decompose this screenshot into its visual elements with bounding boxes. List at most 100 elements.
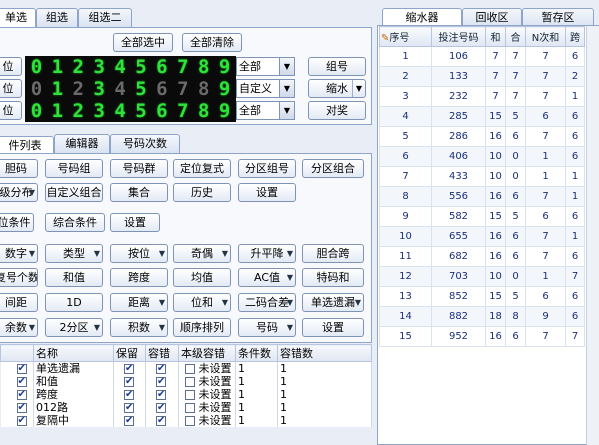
digit-led[interactable]: 9: [214, 101, 235, 121]
digit-led[interactable]: 3: [89, 57, 110, 77]
keep-checkbox[interactable]: [124, 414, 134, 427]
digit-led[interactable]: 4: [110, 57, 131, 77]
table-row[interactable]: 3 232 7 7 7 1: [379, 86, 585, 107]
result-scrollbar[interactable]: [586, 26, 599, 445]
col-sum[interactable]: 和: [485, 26, 506, 47]
condition-button[interactable]: 设置: [110, 213, 160, 232]
condition-button[interactable]: 号码组: [45, 159, 103, 178]
digit-led[interactable]: 5: [131, 101, 152, 121]
digit-led[interactable]: 9: [214, 57, 235, 77]
position-label[interactable]: 位: [0, 101, 22, 120]
digit-led[interactable]: 1: [47, 57, 68, 77]
digit-led[interactable]: 0: [26, 101, 47, 121]
digit-led[interactable]: 0: [26, 79, 47, 99]
condition-button[interactable]: 和值: [45, 268, 103, 287]
condition-button[interactable]: 二码合差 ▼: [238, 293, 296, 312]
digit-led[interactable]: 2: [68, 57, 89, 77]
tolerance-checkbox[interactable]: [156, 414, 166, 427]
condition-button[interactable]: 综合条件: [45, 213, 105, 232]
level-tolerance-checkbox[interactable]: [185, 377, 195, 387]
digit-led[interactable]: 7: [172, 101, 193, 121]
tab-single[interactable]: 单选: [0, 8, 36, 29]
position-label[interactable]: 位: [0, 57, 22, 76]
condition-button[interactable]: 位和 ▼: [173, 293, 231, 312]
tolerance-checkbox[interactable]: [156, 388, 166, 401]
condition-button[interactable]: 胆码: [0, 159, 38, 178]
tab-group[interactable]: 组选: [36, 8, 78, 27]
condition-button[interactable]: 顺序排列: [173, 318, 231, 337]
keep-checkbox[interactable]: [124, 375, 134, 388]
keep-checkbox[interactable]: [124, 401, 134, 414]
enable-checkbox[interactable]: [16, 375, 27, 388]
level-tolerance-checkbox[interactable]: [185, 390, 195, 400]
digit-led[interactable]: 7: [172, 79, 193, 99]
chevron-down-icon[interactable]: ▼: [352, 80, 365, 97]
chevron-down-icon[interactable]: ▼: [279, 102, 294, 119]
digit-led[interactable]: 8: [193, 101, 214, 121]
condition-button[interactable]: 设置: [302, 318, 364, 337]
digit-led[interactable]: 9: [214, 79, 235, 99]
table-row[interactable]: 4 285 15 5 6 6: [379, 106, 585, 127]
table-row[interactable]: 11 682 16 6 7 6: [379, 246, 585, 267]
table-row[interactable]: 7 433 10 0 1 1: [379, 166, 585, 187]
keep-checkbox[interactable]: [124, 388, 134, 401]
condition-button[interactable]: 距离 ▼: [110, 293, 168, 312]
condition-button[interactable]: 均值: [173, 268, 231, 287]
digit-filter-select[interactable]: 全部 ▼: [236, 101, 295, 120]
condition-button[interactable]: 余数 ▼: [0, 318, 38, 337]
condition-button[interactable]: 级分布 ▼: [0, 183, 38, 202]
digit-led[interactable]: 7: [172, 57, 193, 77]
table-row[interactable]: 8 556 16 6 7 1: [379, 186, 585, 207]
condition-button[interactable]: 分区组合: [302, 159, 364, 178]
digit-led[interactable]: 4: [110, 79, 131, 99]
condition-button[interactable]: 数字 ▼: [0, 244, 38, 263]
keep-checkbox[interactable]: [124, 362, 134, 375]
condition-button[interactable]: 升平降 ▼: [238, 244, 296, 263]
enable-checkbox[interactable]: [16, 414, 27, 427]
select-all-button[interactable]: 全部选中: [113, 33, 173, 52]
table-row[interactable]: 1 106 7 7 7 6: [379, 46, 585, 67]
condition-button[interactable]: 2分区 ▼: [45, 318, 103, 337]
digit-filter-select[interactable]: 全部 ▼: [236, 57, 295, 76]
condition-button[interactable]: 位条件: [0, 213, 34, 232]
tab-editor[interactable]: 编辑器: [54, 134, 110, 153]
table-row[interactable]: 012路 未设置 1 1: [0, 401, 372, 414]
award-check-button[interactable]: 对奖: [308, 101, 366, 120]
table-row[interactable]: 单选遗漏 未设置 1 1: [0, 361, 372, 375]
position-label[interactable]: 位: [0, 79, 22, 98]
digit-led[interactable]: 2: [68, 101, 89, 121]
condition-button[interactable]: 自定义组合: [45, 183, 103, 202]
tab-group-two[interactable]: 组选二: [78, 8, 132, 27]
shrink-button[interactable]: 缩水 ▼: [308, 79, 366, 98]
chevron-down-icon[interactable]: ▼: [279, 80, 294, 97]
col-bet-number[interactable]: 投注号码: [431, 26, 486, 47]
condition-button[interactable]: 复号个数: [0, 268, 38, 287]
enable-checkbox[interactable]: [16, 388, 27, 401]
digit-led[interactable]: 3: [89, 101, 110, 121]
table-row[interactable]: 10 655 16 6 7 1: [379, 226, 585, 247]
digit-led[interactable]: 3: [89, 79, 110, 99]
table-row[interactable]: 6 406 10 0 1 6: [379, 146, 585, 167]
digit-led[interactable]: 8: [193, 79, 214, 99]
table-row[interactable]: 跨度 未设置 1 1: [0, 388, 372, 401]
table-row[interactable]: 13 852 15 5 6 6: [379, 286, 585, 307]
table-row[interactable]: 9 582 15 5 6 6: [379, 206, 585, 227]
condition-button[interactable]: 分区组号: [238, 159, 296, 178]
condition-button[interactable]: 类型 ▼: [45, 244, 103, 263]
tab-number-count[interactable]: 号码次数: [110, 134, 180, 153]
digit-led[interactable]: 8: [193, 57, 214, 77]
digit-led[interactable]: 4: [110, 101, 131, 121]
condition-button[interactable]: 号码群: [110, 159, 168, 178]
enable-checkbox[interactable]: [16, 401, 27, 414]
table-row[interactable]: 2 133 7 7 7 2: [379, 66, 585, 87]
tolerance-checkbox[interactable]: [156, 375, 166, 388]
digit-filter-select[interactable]: 自定义 ▼: [236, 79, 295, 98]
enable-checkbox[interactable]: [16, 362, 27, 375]
digit-led[interactable]: 6: [151, 101, 172, 121]
condition-button[interactable]: 积数 ▼: [110, 318, 168, 337]
condition-button[interactable]: 集合: [110, 183, 168, 202]
condition-button[interactable]: 跨度: [110, 268, 168, 287]
clear-all-button[interactable]: 全部清除: [182, 33, 242, 52]
group-number-button[interactable]: 组号: [308, 57, 366, 76]
digit-led[interactable]: 5: [131, 79, 152, 99]
